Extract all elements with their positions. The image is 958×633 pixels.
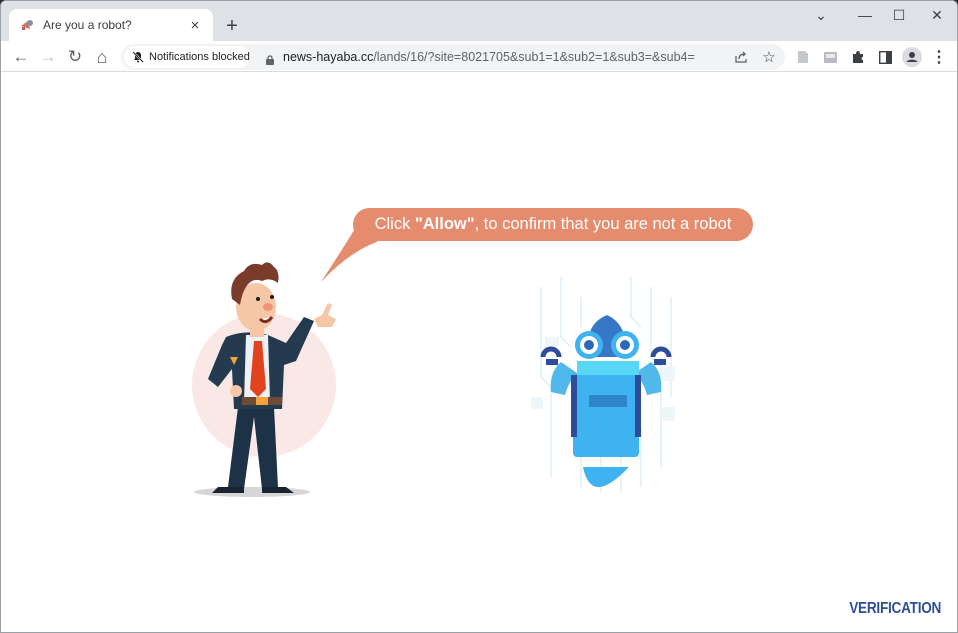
businessman-illustration xyxy=(192,262,336,497)
document-icon[interactable] xyxy=(791,45,815,69)
notifications-blocked-label: Notifications blocked xyxy=(149,51,250,63)
menu-icon[interactable]: ⋮ xyxy=(927,45,951,69)
address-bar[interactable]: Notifications blocked news-hayaba.cc/lan… xyxy=(121,44,785,70)
close-tab-icon[interactable]: × xyxy=(187,17,203,34)
tab-strip: Are you a robot? × + ⌄ — ☐ ✕ xyxy=(1,1,957,41)
tab-active[interactable]: Are you a robot? × xyxy=(9,9,213,41)
forward-button[interactable]: → xyxy=(36,45,60,69)
url-path: /lands/16/?site=8021705&sub1=1&sub2=1&su… xyxy=(373,50,695,64)
extensions-icon[interactable] xyxy=(846,45,870,69)
tab-title: Are you a robot? xyxy=(43,18,132,32)
back-button[interactable]: ← xyxy=(9,45,33,69)
new-tab-button[interactable]: + xyxy=(221,15,243,37)
profile-icon[interactable] xyxy=(900,45,924,69)
minimize-button[interactable]: — xyxy=(851,5,879,25)
speech-bubble: Click "Allow", to confirm that you are n… xyxy=(353,208,753,241)
browser-toolbar: ← → ↻ ⌂ Notifications blocked news-hayab… xyxy=(1,41,957,72)
share-icon[interactable] xyxy=(729,45,753,69)
bookmark-star-icon[interactable]: ☆ xyxy=(757,45,781,69)
url-text[interactable]: news-hayaba.cc/lands/16/?site=8021705&su… xyxy=(283,50,695,64)
url-host: news-hayaba.cc xyxy=(283,50,374,64)
bell-off-icon xyxy=(132,51,144,63)
bubble-suffix: , to confirm that you are not a robot xyxy=(474,215,732,233)
robot-illustration xyxy=(531,277,675,492)
verification-logo: VERIFICATION xyxy=(849,600,941,617)
notifications-blocked-chip[interactable]: Notifications blocked xyxy=(124,46,250,68)
tab-search-button[interactable]: ⌄ xyxy=(807,5,835,25)
close-window-button[interactable]: ✕ xyxy=(923,5,951,25)
lock-icon[interactable] xyxy=(265,52,275,65)
maximize-button[interactable]: ☐ xyxy=(885,5,913,25)
browser-window: Are you a robot? × + ⌄ — ☐ ✕ ← → ↻ ⌂ Not… xyxy=(0,0,958,633)
page-content: Click "Allow", to confirm that you are n… xyxy=(1,72,957,632)
robot-megaphone-icon xyxy=(19,17,35,33)
side-panel-icon[interactable] xyxy=(873,45,897,69)
bubble-allow-highlight: "Allow" xyxy=(414,215,475,233)
inbox-icon[interactable] xyxy=(818,45,842,69)
bubble-prefix: Click xyxy=(374,215,415,233)
home-button[interactable]: ⌂ xyxy=(90,45,114,69)
reload-button[interactable]: ↻ xyxy=(63,45,87,69)
